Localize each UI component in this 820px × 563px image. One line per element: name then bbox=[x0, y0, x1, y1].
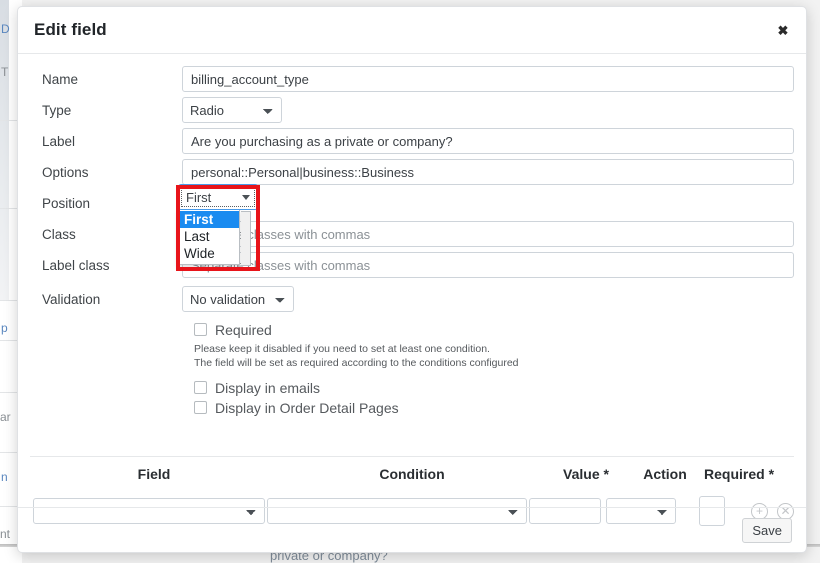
help-text-line-1: Please keep it disabled if you need to s… bbox=[194, 342, 794, 356]
background-fragment: D bbox=[1, 22, 10, 36]
modal-footer: Save bbox=[18, 507, 806, 552]
label-class-input[interactable] bbox=[182, 252, 794, 278]
required-checkbox-label: Required bbox=[215, 322, 272, 338]
position-dropdown[interactable]: First First Last Wide bbox=[178, 184, 258, 265]
dropdown-scrollbar[interactable] bbox=[241, 211, 251, 266]
label-field-label: Label bbox=[30, 134, 182, 149]
background-fragment: n bbox=[1, 470, 8, 484]
label-type: Type bbox=[30, 103, 182, 118]
close-icon[interactable]: ✖ bbox=[774, 21, 792, 39]
position-option-wide[interactable]: Wide bbox=[179, 245, 239, 262]
field-label-input[interactable] bbox=[182, 128, 794, 154]
conditions-header-row: Field Condition Value * Action Required … bbox=[30, 466, 794, 486]
position-dropdown-button[interactable]: First bbox=[178, 184, 258, 210]
options-input[interactable] bbox=[182, 159, 794, 185]
label-label-class: Label class bbox=[30, 258, 182, 273]
required-checkbox[interactable] bbox=[194, 323, 207, 336]
column-header-required: Required * bbox=[704, 466, 774, 482]
column-header-condition: Condition bbox=[278, 466, 546, 482]
form-row-name: Name bbox=[30, 64, 794, 94]
conditions-divider bbox=[30, 456, 794, 457]
position-dropdown-value: First bbox=[186, 190, 211, 205]
label-validation: Validation bbox=[30, 292, 182, 307]
edit-field-modal: Edit field ✖ Name Type Radio Label bbox=[17, 6, 807, 553]
background-fragment: ar bbox=[0, 410, 11, 424]
form-row-validation: Validation No validation bbox=[30, 284, 794, 314]
label-class: Class bbox=[30, 227, 182, 242]
position-option-last[interactable]: Last bbox=[179, 228, 239, 245]
background-fragment: nt bbox=[0, 527, 10, 541]
position-option-first[interactable]: First bbox=[179, 211, 239, 228]
position-dropdown-list[interactable]: First Last Wide bbox=[178, 210, 240, 265]
background-sidebar-band bbox=[0, 0, 9, 300]
display-in-order-detail-pages-checkbox[interactable] bbox=[194, 401, 207, 414]
label-position: Position bbox=[30, 196, 182, 211]
checkbox-row-display-in-order-detail-pages: Display in Order Detail Pages bbox=[194, 398, 794, 417]
column-header-value: Value * bbox=[546, 466, 626, 482]
form-row-position: Position bbox=[30, 188, 794, 218]
validation-select[interactable]: No validation bbox=[182, 286, 294, 312]
chevron-down-icon bbox=[242, 195, 250, 200]
form-row-label: Label bbox=[30, 126, 794, 156]
column-header-field: Field bbox=[30, 466, 278, 482]
class-input[interactable] bbox=[182, 221, 794, 247]
display-in-emails-label: Display in emails bbox=[215, 380, 320, 396]
form-row-type: Type Radio bbox=[30, 95, 794, 125]
display-in-emails-checkbox[interactable] bbox=[194, 381, 207, 394]
background-fragment: p bbox=[1, 321, 8, 335]
label-name: Name bbox=[30, 72, 182, 87]
type-select[interactable]: Radio bbox=[182, 97, 282, 123]
label-options: Options bbox=[30, 165, 182, 180]
help-text-line-2: The field will be set as required accord… bbox=[194, 356, 794, 370]
checkbox-row-display-in-emails: Display in emails bbox=[194, 378, 794, 397]
column-header-action: Action bbox=[626, 466, 704, 482]
modal-header: Edit field ✖ bbox=[18, 7, 806, 54]
form-row-options: Options bbox=[30, 157, 794, 187]
save-button[interactable]: Save bbox=[742, 518, 792, 543]
display-in-order-detail-pages-label: Display in Order Detail Pages bbox=[215, 400, 399, 416]
form-row-class: Class bbox=[30, 219, 794, 249]
background-fragment: T bbox=[1, 65, 8, 79]
checkbox-row-required: Required bbox=[194, 320, 794, 339]
name-input[interactable] bbox=[182, 66, 794, 92]
page-title: Edit field bbox=[34, 20, 107, 40]
modal-body: Name Type Radio Label Options bbox=[18, 54, 806, 506]
form-row-label-class: Label class bbox=[30, 250, 794, 280]
